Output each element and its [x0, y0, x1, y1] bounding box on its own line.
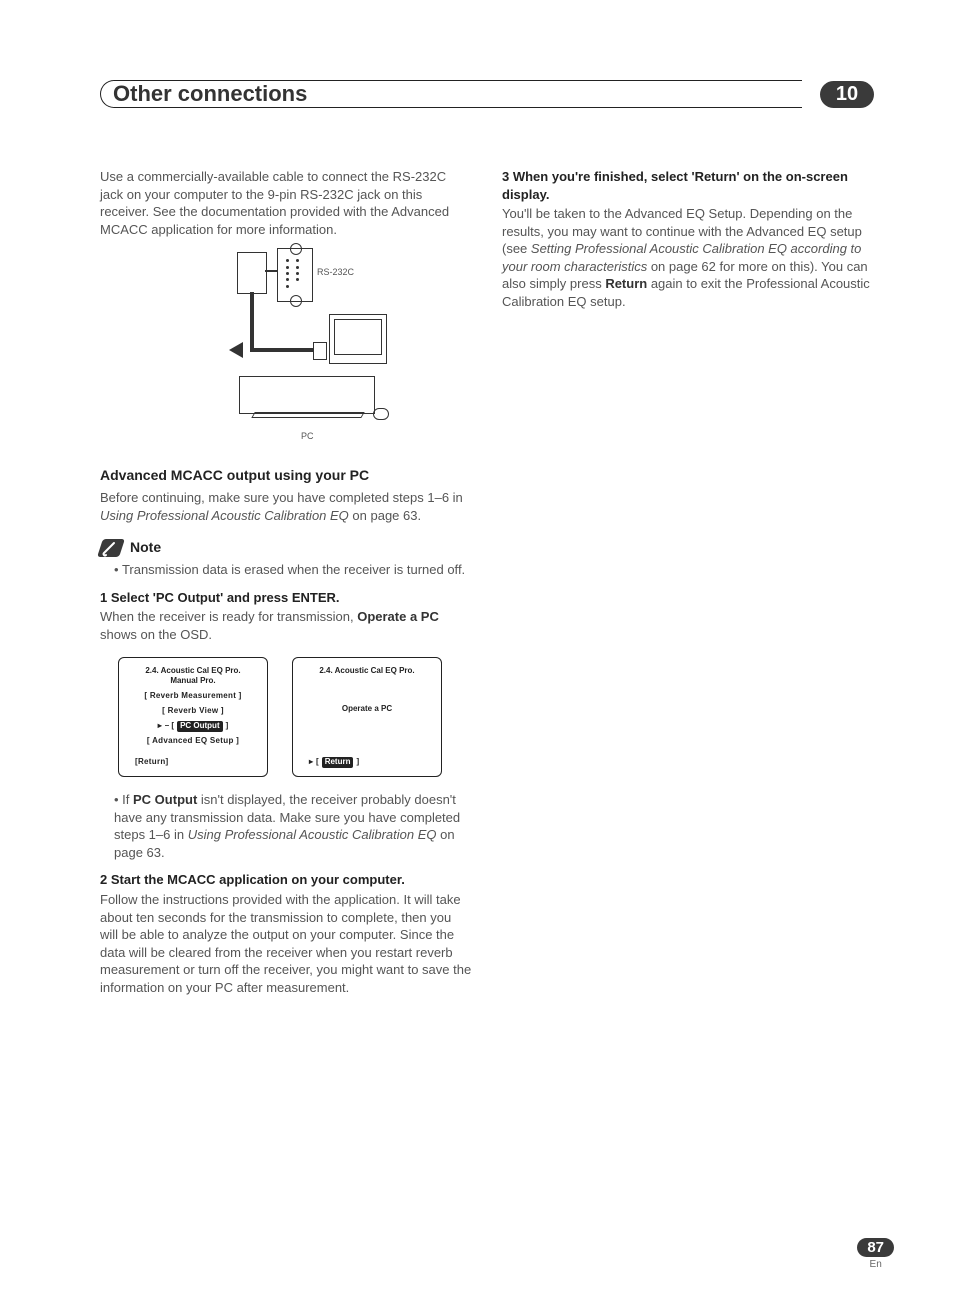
port-label: RS-232C — [317, 266, 354, 278]
rs232c-port-icon — [277, 248, 313, 302]
pc-label: PC — [301, 430, 314, 442]
pc-base-icon — [239, 376, 375, 414]
pc-keyboard-icon — [251, 412, 364, 418]
pc-mouse-icon — [373, 408, 389, 420]
osd-right: 2.4. Acoustic Cal EQ Pro. Operate a PC ▸… — [292, 657, 442, 777]
text-italic: Using Professional Acoustic Calibration … — [100, 508, 349, 523]
osd-message: Operate a PC — [342, 704, 392, 715]
note-label: Note — [130, 538, 161, 557]
text: Before continuing, make sure you have co… — [100, 490, 463, 505]
step-3-body: You'll be taken to the Advanced EQ Setup… — [502, 205, 874, 310]
text: 2.4. Acoustic Cal EQ Pro. — [145, 666, 240, 675]
advanced-mcacc-heading: Advanced MCACC output using your PC — [100, 466, 472, 485]
osd-selected: PC Output — [177, 721, 223, 732]
osd-title: 2.4. Acoustic Cal EQ Pro. — [319, 666, 414, 676]
osd-left: 2.4. Acoustic Cal EQ Pro. Manual Pro. [ … — [118, 657, 268, 777]
arrow-left-icon — [229, 342, 243, 358]
osd-return-row: ▸ [ Return] — [309, 757, 359, 768]
cable-horizontal-icon — [250, 348, 314, 352]
left-column: Use a commercially-available cable to co… — [100, 168, 472, 1002]
chapter-number-badge: 10 — [820, 81, 874, 108]
port-screw-icon — [290, 295, 302, 307]
pc-output-bullet: If PC Output isn't displayed, the receiv… — [114, 791, 472, 861]
pointer-icon: ▸ — [309, 757, 313, 768]
page-number-badge: 87 — [857, 1238, 894, 1257]
section-title: Other connections — [113, 81, 319, 107]
osd-selected-row: ▸ – [ PC Output ] — [158, 721, 229, 732]
text-italic: Using Professional Acoustic Calibration … — [188, 827, 437, 842]
note-list: Transmission data is erased when the rec… — [100, 561, 472, 579]
port-screw-icon — [290, 243, 302, 255]
osd-return: [Return] — [135, 757, 169, 768]
text-bold: Operate a PC — [357, 609, 439, 624]
text: When the receiver is ready for transmiss… — [100, 609, 357, 624]
pc-monitor-icon — [329, 314, 387, 364]
text: on page 63. — [349, 508, 421, 523]
page: Other connections 10 Use a commercially-… — [0, 0, 954, 1310]
text: If — [122, 792, 133, 807]
header-capsule: Other connections — [100, 80, 802, 108]
text-bold: Return — [605, 276, 647, 291]
osd-selected: Return — [322, 757, 354, 768]
note-block: Note — [100, 538, 472, 557]
step-2-body: Follow the instructions provided with th… — [100, 891, 472, 996]
cable-connector-icon — [237, 252, 267, 294]
osd-item: [ Reverb View ] — [162, 706, 224, 717]
note-icon — [97, 539, 125, 557]
osd-item: [ Reverb Measurement ] — [144, 691, 241, 702]
text: – [ — [165, 721, 174, 732]
pc-output-note-list: If PC Output isn't displayed, the receiv… — [100, 791, 472, 861]
cable-link-icon — [265, 270, 277, 272]
cable-plug-icon — [313, 342, 327, 360]
text: Manual Pro. — [170, 676, 215, 685]
intro-paragraph: Use a commercially-available cable to co… — [100, 168, 472, 238]
step-1-body: When the receiver is ready for transmiss… — [100, 608, 472, 643]
osd-item: [ Advanced EQ Setup ] — [147, 736, 239, 747]
text: [ — [316, 757, 319, 768]
cable-vertical-icon — [250, 292, 254, 348]
text: shows on the OSD. — [100, 627, 212, 642]
advanced-intro: Before continuing, make sure you have co… — [100, 489, 472, 524]
text: ] — [226, 721, 229, 732]
step-2-heading: 2 Start the MCACC application on your co… — [100, 871, 472, 889]
right-column: 3 When you're finished, select 'Return' … — [502, 168, 874, 1002]
page-language: En — [857, 1259, 894, 1270]
port-pins-icon — [286, 259, 304, 289]
rs232c-diagram: RS-232C PC — [181, 248, 391, 448]
header-row: Other connections 10 — [100, 80, 874, 108]
osd-screenshots: 2.4. Acoustic Cal EQ Pro. Manual Pro. [ … — [118, 657, 472, 777]
page-footer: 87 En — [857, 1238, 894, 1270]
content-columns: Use a commercially-available cable to co… — [100, 168, 874, 1002]
text-bold: PC Output — [133, 792, 197, 807]
step-1-heading: 1 Select 'PC Output' and press ENTER. — [100, 589, 472, 607]
pointer-icon: ▸ — [158, 721, 162, 732]
text: ] — [356, 757, 359, 768]
osd-title: 2.4. Acoustic Cal EQ Pro. Manual Pro. — [145, 666, 240, 685]
note-bullet: Transmission data is erased when the rec… — [114, 561, 472, 579]
step-3-heading: 3 When you're finished, select 'Return' … — [502, 168, 874, 203]
